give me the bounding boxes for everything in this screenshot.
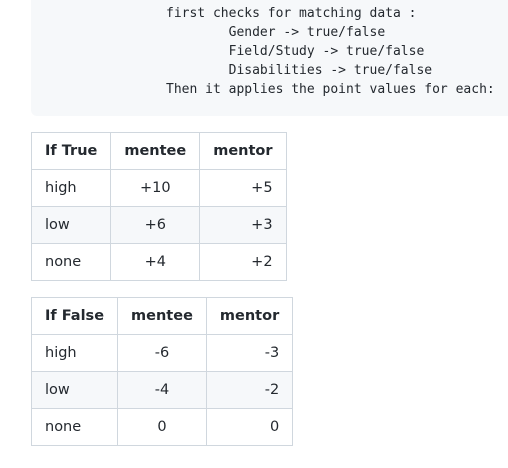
code-line: Then it applies the point values for eac…: [166, 82, 495, 97]
table-row: none +4 +2: [30, 243, 287, 281]
column-header: If False: [30, 297, 119, 335]
table-cell: +5: [199, 169, 287, 207]
column-header: mentee: [117, 297, 207, 335]
table-row: low -4 -2: [30, 371, 294, 409]
table-cell: -4: [117, 371, 207, 409]
table-cell: -3: [205, 334, 294, 372]
code-line: Field/Study -> true/false: [166, 44, 425, 59]
table-cell: none: [30, 243, 112, 281]
table-row: low +6 +3: [30, 206, 287, 244]
code-line: Disabilities -> true/false: [166, 63, 433, 78]
table-row: high -6 -3: [30, 334, 294, 372]
table-cell: high: [30, 334, 119, 372]
points-table-if-true: If True mentee mentor high +10 +5 low +6…: [30, 132, 287, 281]
points-table-if-false: If False mentee mentor high -6 -3 low -4…: [30, 297, 294, 446]
table-cell: low: [30, 206, 112, 244]
column-header: mentor: [199, 132, 287, 170]
table-cell: +6: [110, 206, 201, 244]
code-block: first checks for matching data : Gender …: [31, 0, 508, 116]
table-header-row: If True mentee mentor: [30, 132, 287, 170]
code-text: first checks for matching data : Gender …: [31, 4, 495, 99]
table-cell: +2: [199, 243, 287, 281]
table-cell: +3: [199, 206, 287, 244]
column-header: mentee: [110, 132, 201, 170]
table-header-row: If False mentee mentor: [30, 297, 294, 335]
table-cell: -6: [117, 334, 207, 372]
column-header: If True: [30, 132, 112, 170]
table-row: high +10 +5: [30, 169, 287, 207]
table-cell: none: [30, 408, 119, 446]
table-cell: +10: [110, 169, 201, 207]
table-cell: high: [30, 169, 112, 207]
column-header: mentor: [205, 297, 294, 335]
table-cell: 0: [117, 408, 207, 446]
code-line: Gender -> true/false: [166, 25, 386, 40]
table-cell: +4: [110, 243, 201, 281]
table-cell: -2: [205, 371, 294, 409]
code-line: first checks for matching data :: [166, 6, 417, 21]
table-cell: 0: [205, 408, 294, 446]
table-cell: low: [30, 371, 119, 409]
table-row: none 0 0: [30, 408, 294, 446]
